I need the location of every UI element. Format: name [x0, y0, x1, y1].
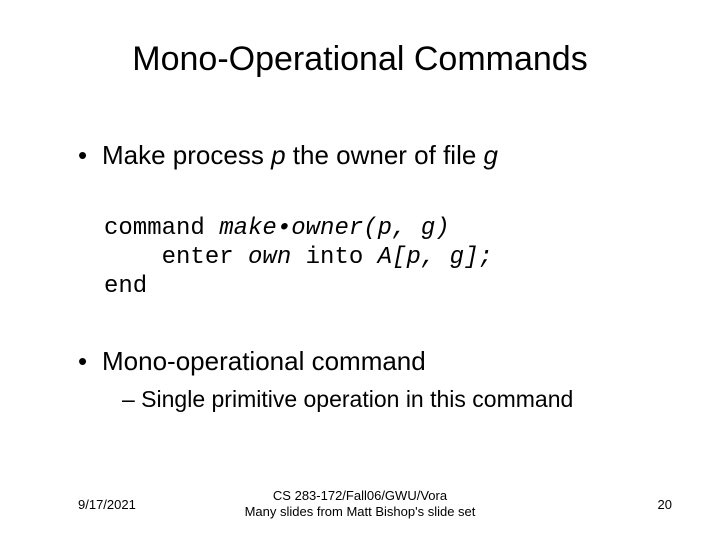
- bullet-make-owner: •Make process p the owner of file g: [78, 140, 658, 171]
- code-right: own: [248, 244, 291, 271]
- bullet-dot-icon: •: [78, 140, 102, 171]
- footer-line1: CS 283-172/Fall06/GWU/Vora: [273, 488, 447, 503]
- slide-title: Mono-Operational Commands: [0, 40, 720, 79]
- var-p: p: [271, 140, 285, 170]
- footer-page-number: 20: [658, 497, 672, 512]
- slide-body: •Make process p the owner of file g comm…: [78, 140, 658, 414]
- footer-line2: Many slides from Matt Bishop's slide set: [245, 504, 476, 519]
- code-kw: end: [104, 273, 147, 300]
- bullet-mono-op: •Mono-operational command – Single primi…: [78, 346, 658, 414]
- code-kw: into: [291, 244, 377, 271]
- sub-bullet: – Single primitive operation in this com…: [122, 385, 658, 414]
- code-call: make•owner(p, g): [219, 215, 449, 242]
- code-kw: command: [104, 215, 219, 242]
- code-cell: A[p, g];: [378, 244, 493, 271]
- bullet-dot-icon: •: [78, 346, 102, 377]
- footer-course: CS 283-172/Fall06/GWU/Vora Many slides f…: [0, 488, 720, 521]
- text: Make process: [102, 140, 271, 170]
- var-g: g: [484, 140, 498, 170]
- text: the owner of file: [286, 140, 484, 170]
- code-kw: enter: [104, 244, 248, 271]
- slide: Mono-Operational Commands •Make process …: [0, 0, 720, 540]
- code-block: command make•owner(p, g) enter own into …: [104, 215, 658, 301]
- text: Mono-operational command: [102, 346, 426, 376]
